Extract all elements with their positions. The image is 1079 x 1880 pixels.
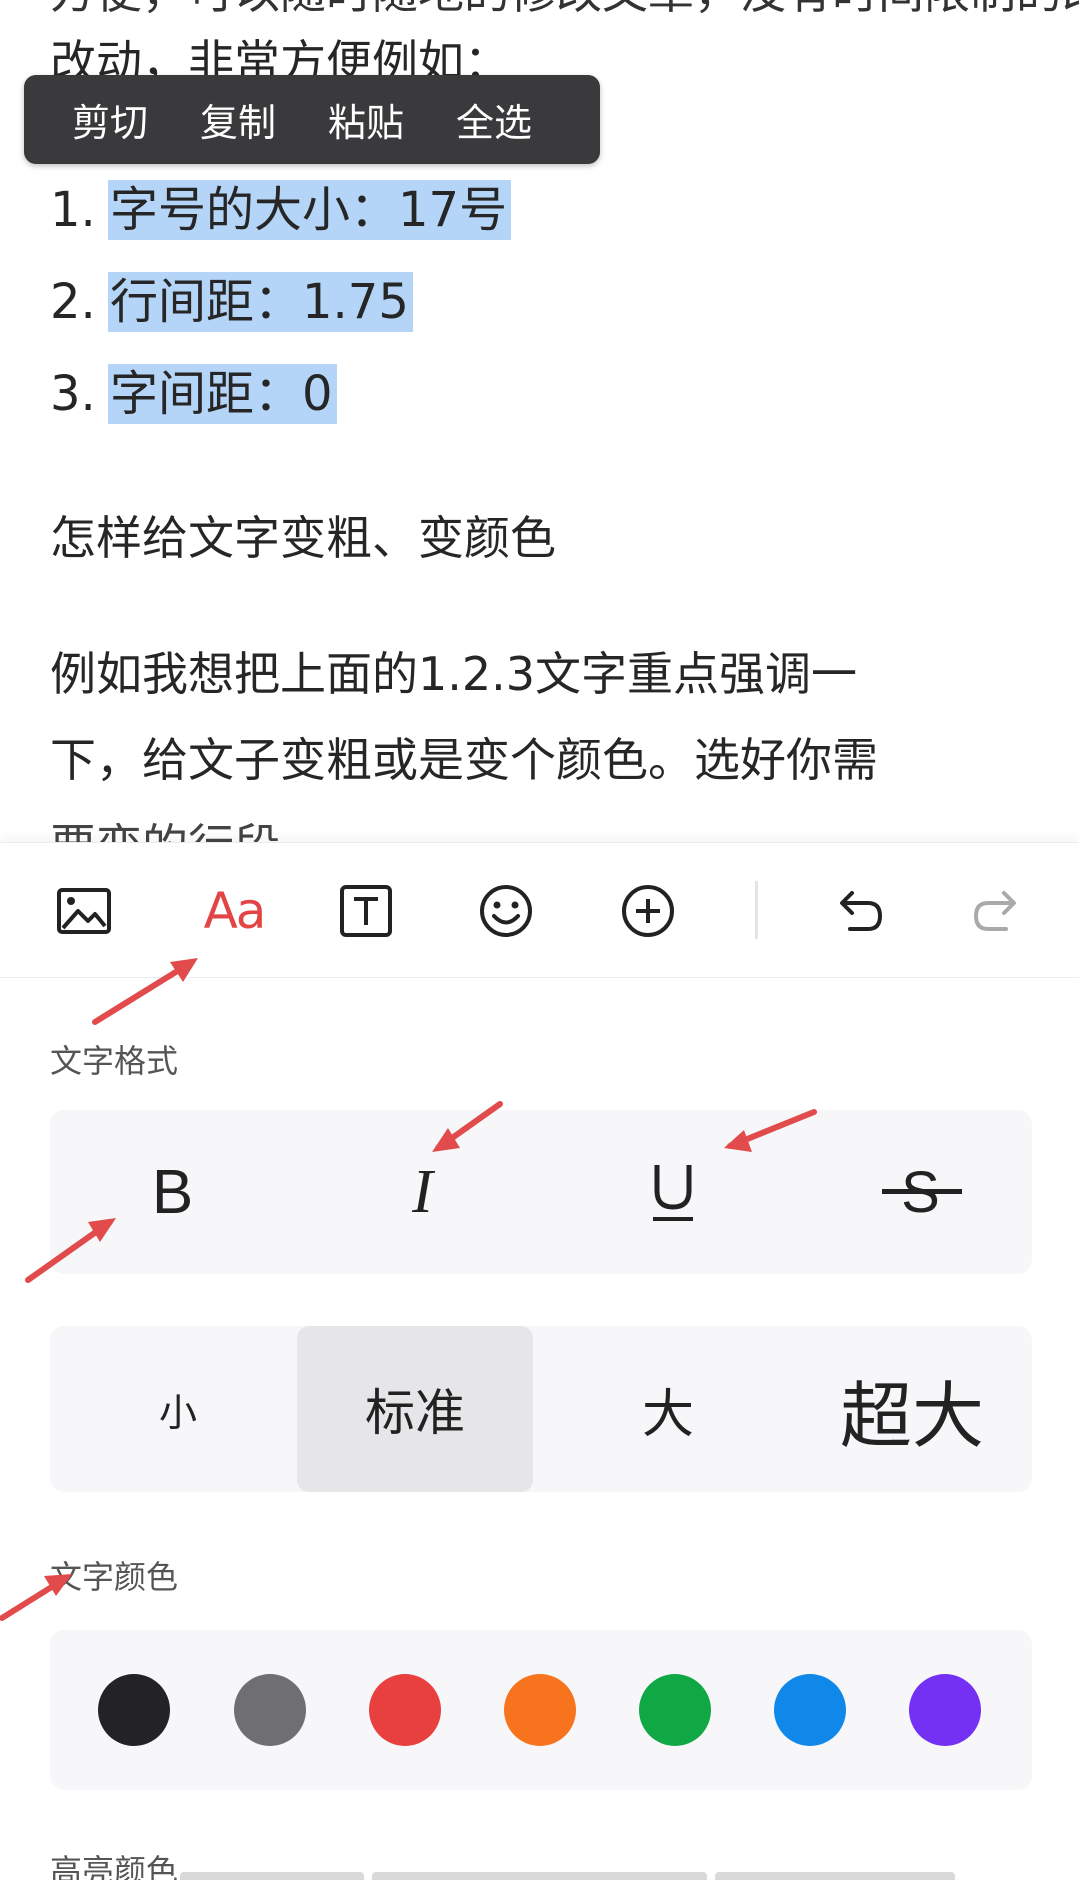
strike-line — [882, 1189, 962, 1194]
section-heading: 怎样给文字变粗、变颜色 — [50, 511, 556, 565]
text-format-label: Aa — [203, 882, 267, 940]
editor-area[interactable]: 方便，可以随时随地的修改文章，没有时间限制的改 改动，非常方便例如： 1.字号的… — [0, 0, 1079, 842]
italic-button[interactable]: I — [300, 1110, 545, 1274]
editor-toolbar: Aa — [0, 842, 1079, 978]
selected-text[interactable]: 行间距：1.75 — [108, 272, 413, 332]
add-circle-icon[interactable] — [616, 879, 680, 943]
underline-icon — [652, 1165, 693, 1221]
list-item[interactable]: 3. 字间距：0 — [50, 362, 337, 426]
undo-icon[interactable] — [828, 879, 892, 943]
bold-button[interactable]: B — [50, 1110, 295, 1274]
list-item[interactable]: 2. 行间距：1.75 — [50, 270, 413, 334]
text-format-icon[interactable]: Aa — [192, 879, 276, 943]
font-size-extra-large[interactable]: 超大 — [794, 1326, 1030, 1492]
toolbar-divider — [755, 881, 758, 939]
color-swatch-red[interactable] — [369, 1674, 441, 1746]
highlight-swatch-row — [180, 1872, 1040, 1880]
font-size-small[interactable]: 小 — [60, 1326, 296, 1492]
paste-menu-item[interactable]: 粘贴 — [328, 92, 404, 147]
text-format-section-label: 文字格式 — [50, 1042, 179, 1080]
emoji-icon[interactable] — [474, 879, 538, 943]
color-swatch-gray[interactable] — [234, 1674, 306, 1746]
list-number: 3. — [50, 366, 96, 422]
paragraph-line: 要变的行段 — [50, 816, 280, 842]
color-swatch-purple[interactable] — [909, 1674, 981, 1746]
paragraph-line: 方便，可以随时随地的修改文章，没有时间限制的改 — [50, 0, 1079, 22]
copy-menu-item[interactable]: 复制 — [200, 92, 276, 147]
image-icon[interactable] — [52, 879, 116, 943]
italic-icon: I — [412, 1157, 433, 1226]
selected-text[interactable]: 字间距：0 — [108, 364, 337, 424]
text-style-group: B I S — [50, 1110, 1032, 1274]
text-color-section-label: 文字颜色 — [50, 1558, 179, 1596]
list-number: 1. — [50, 182, 96, 238]
font-size-standard-selected[interactable]: 标准 — [297, 1326, 533, 1492]
selected-text[interactable]: 字号的大小：17号 — [108, 180, 512, 240]
paragraph-line: 下，给文子变粗或是变个颜色。选好你需 — [50, 733, 878, 787]
highlight-swatch[interactable] — [372, 1872, 707, 1880]
strikethrough-button[interactable]: S — [798, 1110, 1043, 1274]
highlight-swatch[interactable] — [715, 1872, 955, 1880]
color-swatch-orange[interactable] — [504, 1674, 576, 1746]
text-box-icon[interactable] — [334, 879, 398, 943]
select-all-menu-item[interactable]: 全选 — [456, 92, 532, 147]
context-menu: 剪切 复制 粘贴 全选 — [24, 75, 600, 164]
font-size-group: 小 标准 大 超大 — [50, 1326, 1032, 1492]
bold-icon: B — [151, 1157, 194, 1227]
cut-menu-item[interactable]: 剪切 — [72, 92, 148, 147]
color-swatch-group — [50, 1630, 1032, 1790]
color-swatch-blue[interactable] — [774, 1674, 846, 1746]
color-swatch-green[interactable] — [639, 1674, 711, 1746]
highlight-swatch[interactable] — [180, 1872, 364, 1880]
redo-icon[interactable] — [964, 879, 1028, 943]
font-size-large[interactable]: 大 — [550, 1326, 786, 1492]
paragraph-line: 例如我想把上面的1.2.3文字重点强调一 — [50, 647, 858, 701]
list-item[interactable]: 1. 字号的大小：17号 — [50, 178, 512, 242]
color-swatch-black[interactable] — [98, 1674, 170, 1746]
underline-button[interactable] — [550, 1110, 795, 1274]
list-number: 2. — [50, 274, 96, 330]
highlight-color-section-label: 高亮颜色 — [50, 1852, 179, 1880]
